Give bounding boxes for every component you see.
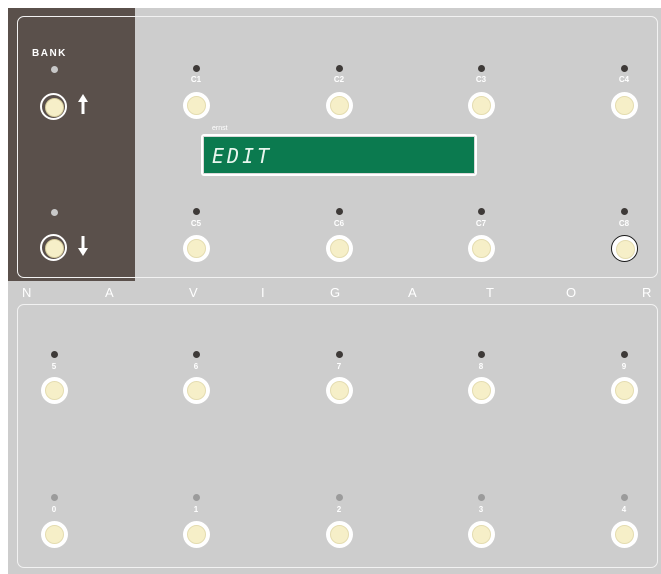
num2-switch[interactable] bbox=[326, 521, 353, 548]
num1-led bbox=[193, 494, 200, 501]
c5-led bbox=[193, 208, 200, 215]
c2-label: C2 bbox=[333, 75, 345, 84]
c1-led bbox=[193, 65, 200, 72]
c8-label: C8 bbox=[618, 219, 630, 228]
brand-strip: N A V I G A T O R bbox=[0, 285, 661, 301]
arrow-down-icon bbox=[78, 236, 88, 256]
c3-switch[interactable] bbox=[468, 92, 495, 119]
c3-led bbox=[478, 65, 485, 72]
arrow-up-icon bbox=[78, 94, 88, 114]
brand-letter: A bbox=[408, 285, 417, 300]
display-text: EDIT bbox=[212, 144, 273, 168]
num7-label: 7 bbox=[336, 362, 342, 371]
num6-label: 6 bbox=[193, 362, 199, 371]
c6-switch[interactable] bbox=[326, 235, 353, 262]
num9-label: 9 bbox=[621, 362, 627, 371]
bank-up-switch[interactable] bbox=[40, 93, 67, 120]
num8-switch[interactable] bbox=[468, 377, 495, 404]
num2-label: 2 bbox=[336, 505, 342, 514]
c2-switch[interactable] bbox=[326, 92, 353, 119]
num5-switch[interactable] bbox=[41, 377, 68, 404]
num4-led bbox=[621, 494, 628, 501]
num7-switch[interactable] bbox=[326, 377, 353, 404]
c7-led bbox=[478, 208, 485, 215]
num0-led bbox=[51, 494, 58, 501]
c2-led bbox=[336, 65, 343, 72]
num4-label: 4 bbox=[621, 505, 627, 514]
num1-switch[interactable] bbox=[183, 521, 210, 548]
c7-switch[interactable] bbox=[468, 235, 495, 262]
c1-switch[interactable] bbox=[183, 92, 210, 119]
c6-led bbox=[336, 208, 343, 215]
bank-label: BANK bbox=[32, 48, 67, 59]
num6-led bbox=[193, 351, 200, 358]
c5-label: C5 bbox=[190, 219, 202, 228]
num3-switch[interactable] bbox=[468, 521, 495, 548]
c6-label: C6 bbox=[333, 219, 345, 228]
c1-label: C1 bbox=[190, 75, 202, 84]
num0-label: 0 bbox=[51, 505, 57, 514]
num2-led bbox=[336, 494, 343, 501]
num8-label: 8 bbox=[478, 362, 484, 371]
bank-up-led bbox=[51, 66, 58, 73]
bank-down-switch[interactable] bbox=[40, 234, 67, 261]
num5-label: 5 bbox=[51, 362, 57, 371]
c3-label: C3 bbox=[475, 75, 487, 84]
num5-led bbox=[51, 351, 58, 358]
num1-label: 1 bbox=[193, 505, 199, 514]
num8-led bbox=[478, 351, 485, 358]
num9-led bbox=[621, 351, 628, 358]
brand-letter: G bbox=[330, 285, 341, 300]
num4-switch[interactable] bbox=[611, 521, 638, 548]
display-caption: ernst bbox=[212, 125, 228, 132]
lcd-display: EDIT bbox=[203, 136, 475, 174]
c8-switch[interactable] bbox=[611, 235, 638, 262]
c5-switch[interactable] bbox=[183, 235, 210, 262]
num7-led bbox=[336, 351, 343, 358]
c7-label: C7 bbox=[475, 219, 487, 228]
num6-switch[interactable] bbox=[183, 377, 210, 404]
num3-led bbox=[478, 494, 485, 501]
c4-label: C4 bbox=[618, 75, 630, 84]
num9-switch[interactable] bbox=[611, 377, 638, 404]
brand-letter: R bbox=[642, 285, 652, 300]
num3-label: 3 bbox=[478, 505, 484, 514]
brand-letter: O bbox=[566, 285, 577, 300]
c8-led bbox=[621, 208, 628, 215]
brand-letter: T bbox=[486, 285, 494, 300]
bank-down-led bbox=[51, 209, 58, 216]
num0-switch[interactable] bbox=[41, 521, 68, 548]
brand-letter: I bbox=[261, 285, 265, 300]
brand-letter: V bbox=[189, 285, 198, 300]
c4-switch[interactable] bbox=[611, 92, 638, 119]
c4-led bbox=[621, 65, 628, 72]
brand-letter: A bbox=[105, 285, 114, 300]
brand-letter: N bbox=[22, 285, 32, 300]
